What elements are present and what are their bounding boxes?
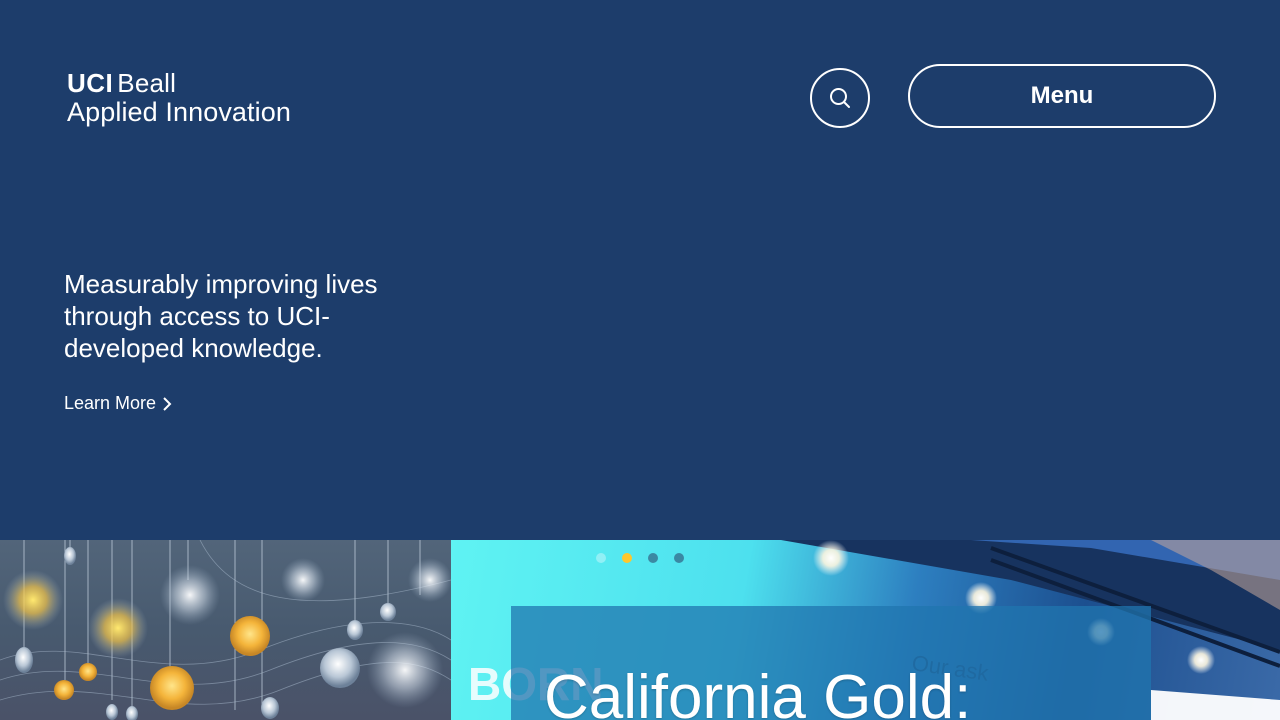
learn-more-link[interactable]: Learn More bbox=[64, 393, 172, 414]
site-logo[interactable]: UCI Beall Applied Innovation bbox=[67, 70, 327, 126]
carousel-dot-1[interactable] bbox=[596, 553, 606, 563]
carousel-image-left[interactable] bbox=[0, 540, 451, 720]
carousel-pagination bbox=[596, 553, 684, 563]
carousel-dot-3[interactable] bbox=[648, 553, 658, 563]
search-button[interactable] bbox=[810, 68, 870, 128]
abstract-illustration bbox=[0, 540, 451, 720]
logo-beall: Beall bbox=[117, 68, 177, 98]
menu-button[interactable]: Menu bbox=[908, 64, 1216, 128]
logo-uci: UCI bbox=[67, 68, 114, 98]
carousel-dot-4[interactable] bbox=[674, 553, 684, 563]
logo-line-2: Applied Innovation bbox=[67, 97, 291, 127]
logo-line-1: UCI Beall bbox=[67, 70, 327, 98]
page: UCI Beall Applied Innovation Menu Measura… bbox=[0, 0, 1280, 720]
search-icon bbox=[830, 88, 850, 108]
chevron-right-icon bbox=[163, 396, 172, 411]
hero-tagline: Measurably improving lives through acces… bbox=[64, 269, 378, 363]
learn-more-label: Learn More bbox=[64, 393, 157, 413]
slide-caption[interactable]: California Gold: bbox=[544, 662, 971, 720]
carousel-dot-2[interactable] bbox=[622, 553, 632, 563]
